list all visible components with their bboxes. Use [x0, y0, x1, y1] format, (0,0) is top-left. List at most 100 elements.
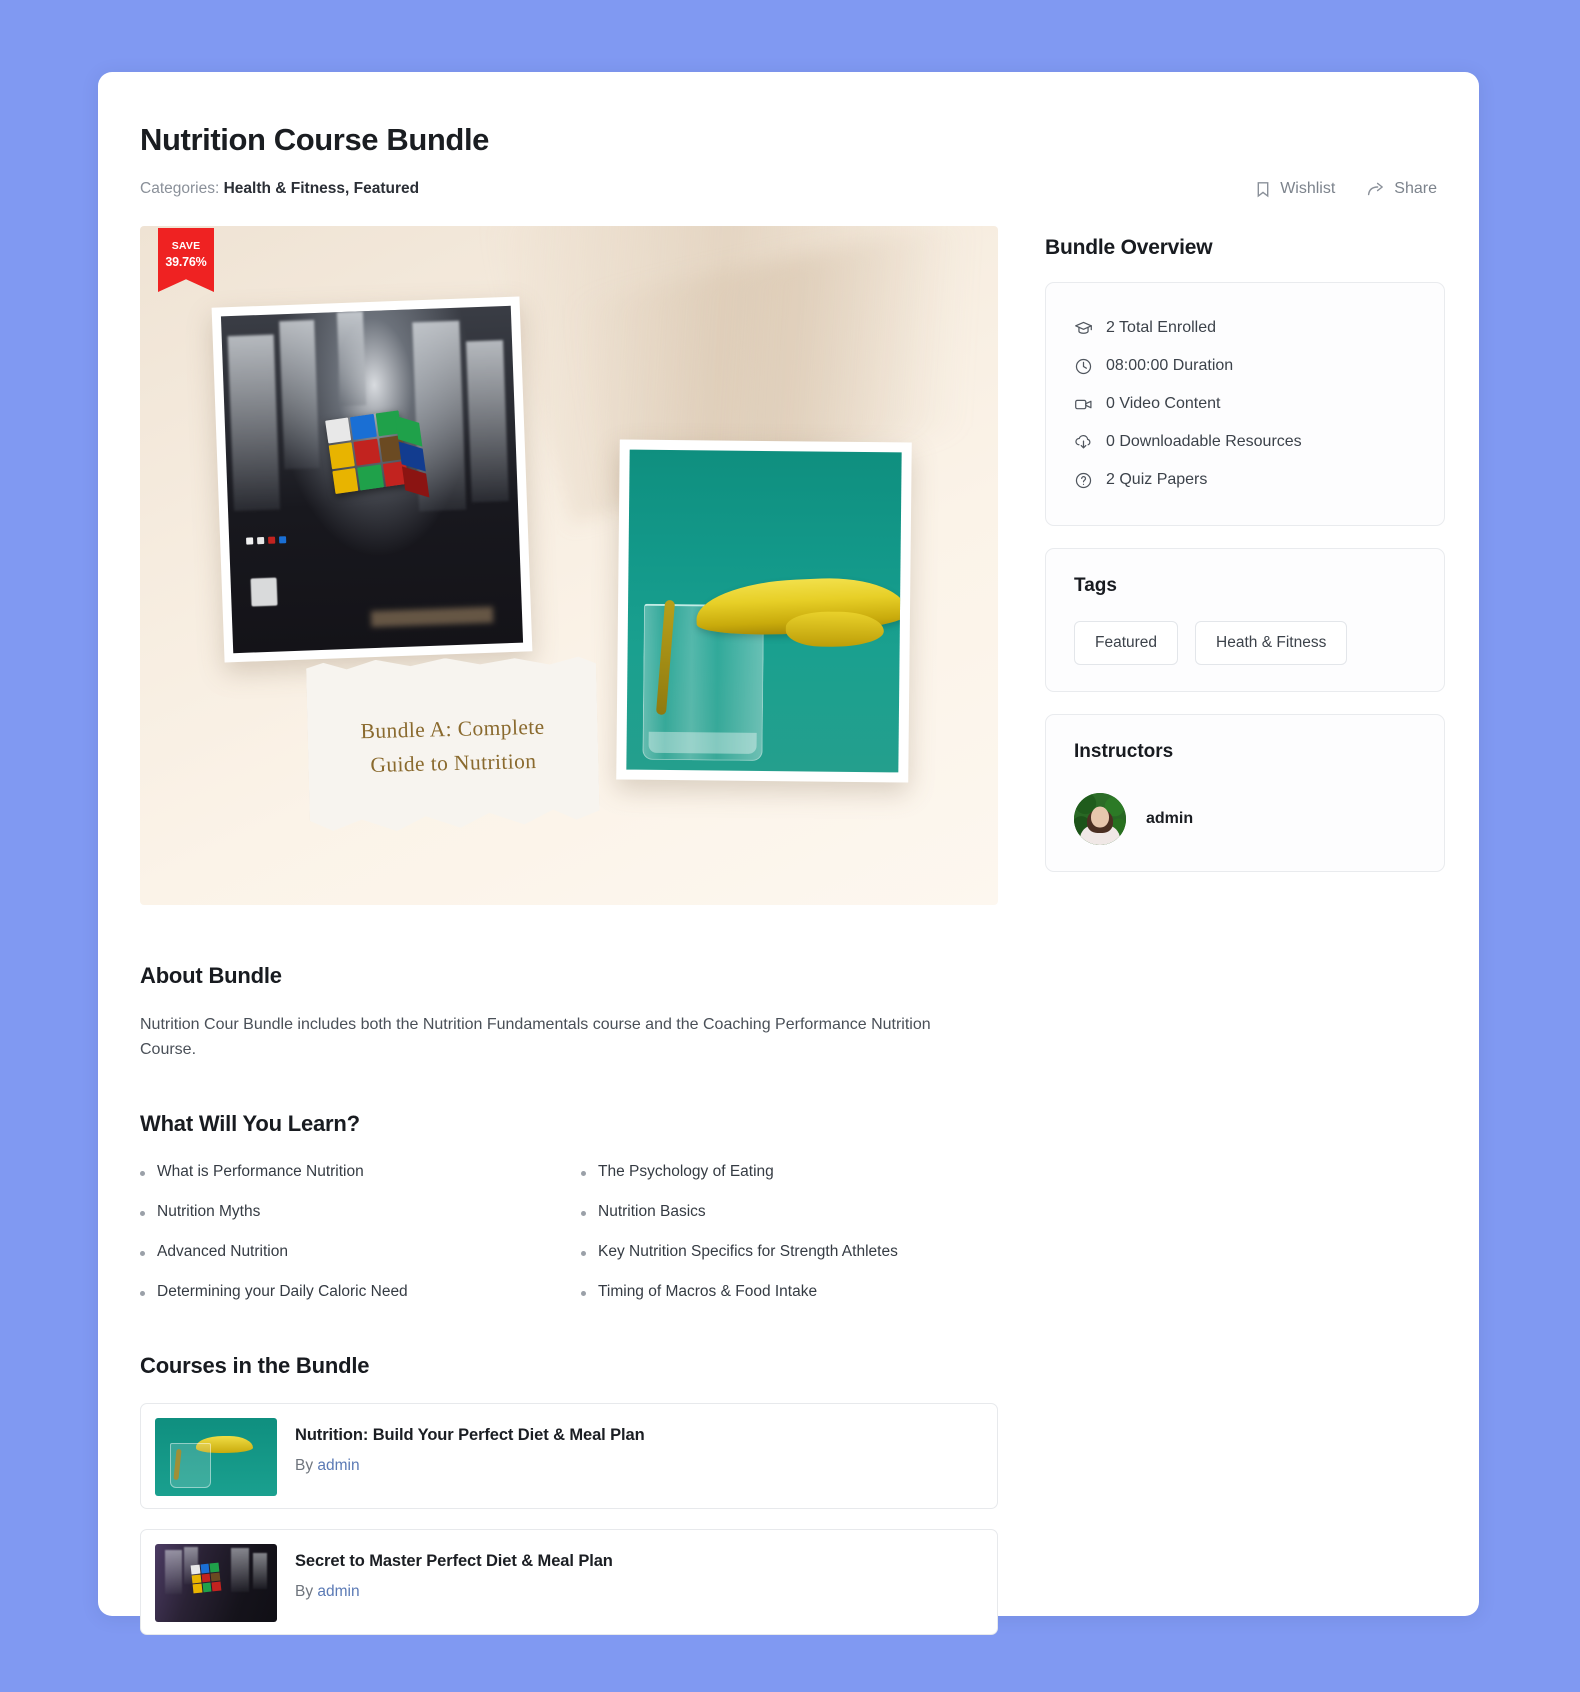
by-label: By — [295, 1582, 314, 1600]
hero-photo-oil-glass — [616, 439, 912, 783]
share-label: Share — [1394, 180, 1437, 197]
learn-item: Determining your Daily Caloric Need — [140, 1283, 557, 1301]
tags-list: Featured Heath & Fitness — [1074, 621, 1416, 665]
learn-item-label: The Psychology of Eating — [598, 1162, 774, 1180]
about-heading: About Bundle — [140, 963, 282, 988]
course-thumbnail — [155, 1417, 277, 1496]
bullet-icon — [581, 1170, 586, 1176]
learn-item: What is Performance Nutrition — [140, 1163, 557, 1181]
page-root: Nutrition Course Bundle Categories: Heal… — [0, 0, 1580, 1692]
hero-photo-city-cube — [211, 296, 533, 663]
page-title: Nutrition Course Bundle — [140, 122, 490, 157]
header-row: Categories: Health & Fitness, Featured W… — [140, 180, 1437, 198]
tags-panel: Tags Featured Heath & Fitness — [1045, 548, 1445, 692]
tags-title: Tags — [1074, 575, 1117, 596]
bullet-icon — [140, 1250, 145, 1256]
categories-label: Categories: — [140, 180, 220, 197]
header-actions: Wishlist Share — [1255, 180, 1437, 198]
course-meta: Secret to Master Perfect Diet & Meal Pla… — [295, 1544, 613, 1601]
instructor-name: admin — [1146, 810, 1194, 827]
learn-item: The Psychology of Eating — [581, 1163, 998, 1181]
learn-item-label: Nutrition Basics — [598, 1202, 706, 1220]
overview-item-enrolled: 2 Total Enrolled — [1074, 309, 1416, 347]
learn-item-label: What is Performance Nutrition — [157, 1162, 364, 1180]
bundle-overview-title: Bundle Overview — [1045, 236, 1213, 259]
course-title: Nutrition: Build Your Perfect Diet & Mea… — [295, 1425, 645, 1444]
graduation-cap-icon — [1074, 319, 1093, 338]
about-text: Nutrition Cour Bundle includes both the … — [140, 1016, 931, 1058]
courses-section: Courses in the Bundle Nutrition: Build Y… — [140, 1353, 998, 1635]
learn-item-label: Nutrition Myths — [157, 1202, 261, 1220]
video-camera-icon — [1074, 395, 1093, 414]
learn-section: What Will You Learn? What is Performance… — [140, 1111, 998, 1301]
wishlist-button[interactable]: Wishlist — [1255, 180, 1335, 198]
bullet-icon — [581, 1290, 586, 1296]
course-card[interactable]: Nutrition: Build Your Perfect Diet & Mea… — [140, 1402, 998, 1509]
learn-item-label: Timing of Macros & Food Intake — [598, 1282, 818, 1300]
learn-list: What is Performance Nutrition The Psycho… — [140, 1163, 998, 1301]
instructors-panel: Instructors admin — [1045, 714, 1445, 872]
instructor-row[interactable]: admin — [1074, 793, 1416, 845]
share-button[interactable]: Share — [1367, 180, 1437, 198]
course-author: By admin — [295, 1583, 613, 1601]
overview-item-label: 2 Total Enrolled — [1106, 319, 1216, 336]
overview-item-label: 2 Quiz Papers — [1106, 471, 1208, 488]
avatar — [1074, 793, 1126, 845]
overview-item-quizzes: 2 Quiz Papers — [1074, 461, 1416, 499]
learn-item: Key Nutrition Specifics for Strength Ath… — [581, 1243, 998, 1261]
hero-caption-line-2: Guide to Nutrition — [370, 748, 537, 777]
by-label: By — [295, 1456, 314, 1474]
learn-item: Nutrition Myths — [140, 1203, 557, 1221]
course-author-link[interactable]: admin — [317, 1583, 359, 1600]
breadcrumb-categories: Categories: Health & Fitness, Featured — [140, 180, 419, 198]
bookmark-icon — [1255, 181, 1271, 198]
learn-item-label: Advanced Nutrition — [157, 1242, 288, 1260]
overview-item-label: 0 Downloadable Resources — [1106, 433, 1302, 450]
about-section: About Bundle Nutrition Cour Bundle inclu… — [140, 963, 998, 1063]
learn-item-label: Key Nutrition Specifics for Strength Ath… — [598, 1242, 898, 1260]
course-meta: Nutrition: Build Your Perfect Diet & Mea… — [295, 1418, 645, 1475]
learn-item-label: Determining your Daily Caloric Need — [157, 1282, 408, 1300]
hero-caption-note: Bundle A: Complete Guide to Nutrition — [306, 654, 600, 838]
overview-item-duration: 08:00:00 Duration — [1074, 347, 1416, 385]
photo-city-cube-image — [220, 305, 524, 654]
tag-chip[interactable]: Heath & Fitness — [1195, 621, 1348, 665]
overview-item-label: 0 Video Content — [1106, 395, 1221, 412]
bullet-icon — [581, 1250, 586, 1256]
instructors-title: Instructors — [1074, 741, 1174, 762]
sidebar: Bundle Overview 2 Total Enrolled 08:00:0… — [1045, 226, 1445, 1635]
bullet-icon — [140, 1290, 145, 1296]
course-title: Secret to Master Perfect Diet & Meal Pla… — [295, 1551, 613, 1570]
learn-item: Nutrition Basics — [581, 1203, 998, 1221]
oil-blob-secondary — [785, 611, 884, 648]
wishlist-label: Wishlist — [1280, 180, 1336, 197]
learn-item: Timing of Macros & Food Intake — [581, 1283, 998, 1301]
hero-image: SAVE 39.76% Bundle A: Complete Guide to … — [140, 226, 998, 905]
course-card[interactable]: Secret to Master Perfect Diet & Meal Pla… — [140, 1528, 998, 1635]
learn-heading: What Will You Learn? — [140, 1110, 360, 1136]
tag-chip[interactable]: Featured — [1074, 621, 1179, 665]
overview-item-downloads: 0 Downloadable Resources — [1074, 423, 1416, 461]
clock-icon — [1074, 357, 1093, 376]
overview-item-video: 0 Video Content — [1074, 385, 1416, 423]
course-author-link[interactable]: admin — [317, 1457, 359, 1474]
bullet-icon — [140, 1170, 145, 1176]
learn-item: Advanced Nutrition — [140, 1243, 557, 1261]
question-circle-icon — [1074, 471, 1093, 490]
course-thumbnail — [155, 1543, 277, 1622]
bullet-icon — [581, 1210, 586, 1216]
cloud-download-icon — [1074, 433, 1093, 452]
course-author: By admin — [295, 1457, 645, 1475]
hero-caption-line-1: Bundle A: Complete — [360, 714, 545, 744]
share-icon — [1367, 181, 1385, 198]
courses-heading: Courses in the Bundle — [140, 1352, 370, 1378]
save-label: SAVE — [171, 240, 201, 252]
categories-value: Health & Fitness, Featured — [223, 180, 420, 197]
bundle-detail-card: Nutrition Course Bundle Categories: Heal… — [98, 72, 1479, 1635]
save-badge: SAVE 39.76% — [158, 228, 214, 292]
main-column: SAVE 39.76% Bundle A: Complete Guide to … — [140, 226, 998, 1635]
overview-item-label: 08:00:00 Duration — [1106, 357, 1234, 374]
bullet-icon — [140, 1210, 145, 1216]
bundle-overview-panel: 2 Total Enrolled 08:00:00 Duration 0 Vid… — [1045, 282, 1445, 526]
content-grid: SAVE 39.76% Bundle A: Complete Guide to … — [140, 226, 1445, 1635]
